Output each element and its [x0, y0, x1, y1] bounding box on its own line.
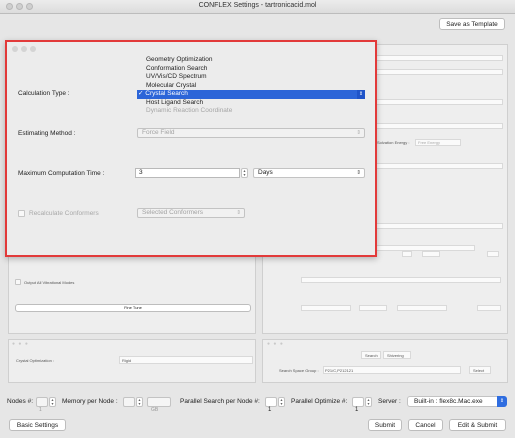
chevron-updown-icon: ⇕: [236, 210, 241, 216]
server-label: Server :: [378, 398, 401, 405]
calculation-settings-dialog: Calculation Type : Geometry Optimization…: [5, 40, 377, 257]
server-value: Built-in : flex8c.Mac.exe: [414, 398, 483, 405]
space-group-label: Search Space Group :: [279, 368, 319, 373]
parallel-search-field[interactable]: 1: [265, 397, 277, 413]
parallel-optimize-label: Parallel Optimize #:: [291, 398, 348, 405]
memory-label: Memory per Node :: [62, 398, 118, 405]
title-bar: CONFLEX Settings - tartronicacid.mol: [0, 0, 515, 14]
parallel-search-value: 1: [268, 407, 272, 413]
dialog-close-icon[interactable]: [12, 46, 18, 52]
fine-tune-button[interactable]: Fine Tune: [15, 304, 251, 312]
menu-item-crystal-search[interactable]: ✓ Crystal Search ⇕: [137, 90, 365, 99]
dialog-zoom-icon[interactable]: [30, 46, 36, 52]
dialog-minimize-icon[interactable]: [21, 46, 27, 52]
save-as-template-button[interactable]: Save as Template: [439, 18, 505, 30]
output-vibrational-checkbox[interactable]: [15, 279, 21, 285]
selected-conformers-popup: Selected Conformers ⇕: [137, 208, 245, 218]
nodes-stepper[interactable]: ▲ ▼: [49, 397, 56, 407]
popup-arrows-icon: ⇕: [357, 90, 365, 99]
time-unit-value: Days: [258, 169, 273, 176]
left-settings-panel: Output All Vibrational Modes Fine Tune: [8, 256, 256, 334]
memory-unit-popup[interactable]: GB: [147, 397, 171, 413]
output-vibrational-label: Output All Vibrational Modes: [24, 280, 75, 285]
server-popup[interactable]: Built-in : flex8c.Mac.exe ⇕: [407, 396, 507, 407]
solvation-value: Free Energy: [418, 140, 441, 145]
menu-item-geometry-optimization[interactable]: Geometry Optimization: [137, 56, 365, 65]
estimating-method-value: Force Field: [142, 129, 175, 136]
recalculate-conformers-label: Recalculate Conformers: [29, 210, 99, 217]
nodes-value: 1: [39, 407, 42, 413]
estimating-method-label: Estimating Method :: [18, 130, 76, 137]
nodes-label: Nodes #:: [7, 398, 34, 405]
window-title: CONFLEX Settings - tartronicacid.mol: [198, 2, 317, 9]
memory-unit-value: GB: [151, 407, 159, 413]
memory-field[interactable]: [123, 397, 135, 407]
solvation-label: Solvation Energy :: [377, 140, 410, 145]
time-unit-popup[interactable]: Days ⇕: [253, 168, 365, 178]
calculation-type-label: Calculation Type :: [18, 90, 70, 97]
edit-and-submit-button[interactable]: Edit & Submit: [449, 419, 506, 431]
space-group-panel: ● ● ● Search Shivering Search Space Grou…: [262, 339, 508, 383]
chevron-updown-icon: ⇕: [356, 170, 361, 176]
menu-item-uv-vis-cd-spectrum[interactable]: UV/Vis/CD Spectrum: [137, 73, 365, 82]
parallel-optimize-value: 1: [355, 407, 359, 413]
parallel-optimize-stepper[interactable]: ▲ ▼: [365, 397, 372, 407]
selected-conformers-value: Selected Conformers: [142, 209, 204, 216]
calculation-type-menu[interactable]: Geometry Optimization Conformation Searc…: [137, 56, 365, 116]
recalculate-conformers-checkbox[interactable]: [18, 210, 25, 217]
max-computation-time-field[interactable]: 3: [135, 168, 240, 178]
parallel-search-stepper[interactable]: ▲ ▼: [278, 397, 285, 407]
menu-item-host-ligand-search[interactable]: Host Ligand Search: [137, 99, 365, 108]
submit-button[interactable]: Submit: [368, 419, 402, 431]
cancel-button[interactable]: Cancel: [408, 419, 443, 431]
menu-item-conformation-search[interactable]: Conformation Search: [137, 65, 365, 74]
nodes-field[interactable]: 1: [36, 397, 48, 413]
parallel-search-label: Parallel Search per Node #:: [180, 398, 260, 405]
basic-settings-button[interactable]: Basic Settings: [9, 419, 66, 431]
crystal-optimization-select[interactable]: [119, 356, 253, 364]
memory-stepper[interactable]: ▲ ▼: [136, 397, 143, 407]
parallel-optimize-field[interactable]: 1: [352, 397, 364, 413]
max-computation-time-label: Maximum Computation Time :: [18, 170, 105, 177]
menu-item-dynamic-reaction-coordinate: Dynamic Reaction Coordinate: [146, 107, 233, 114]
chevron-updown-icon: ⇕: [497, 396, 507, 407]
chevron-updown-icon: ⇕: [356, 130, 361, 136]
menu-item-crystal-search-label: ✓ Crystal Search: [138, 90, 188, 97]
crystal-optimization-panel: ● ● ● Crystal Optimization : Rigid: [8, 339, 256, 383]
max-time-stepper[interactable]: ▲ ▼: [241, 168, 248, 178]
menu-item-molecular-crystal[interactable]: Molecular Crystal: [137, 82, 365, 91]
crystal-optimization-label: Crystal Optimization :: [16, 358, 55, 363]
estimating-method-popup: Force Field ⇕: [137, 128, 365, 138]
